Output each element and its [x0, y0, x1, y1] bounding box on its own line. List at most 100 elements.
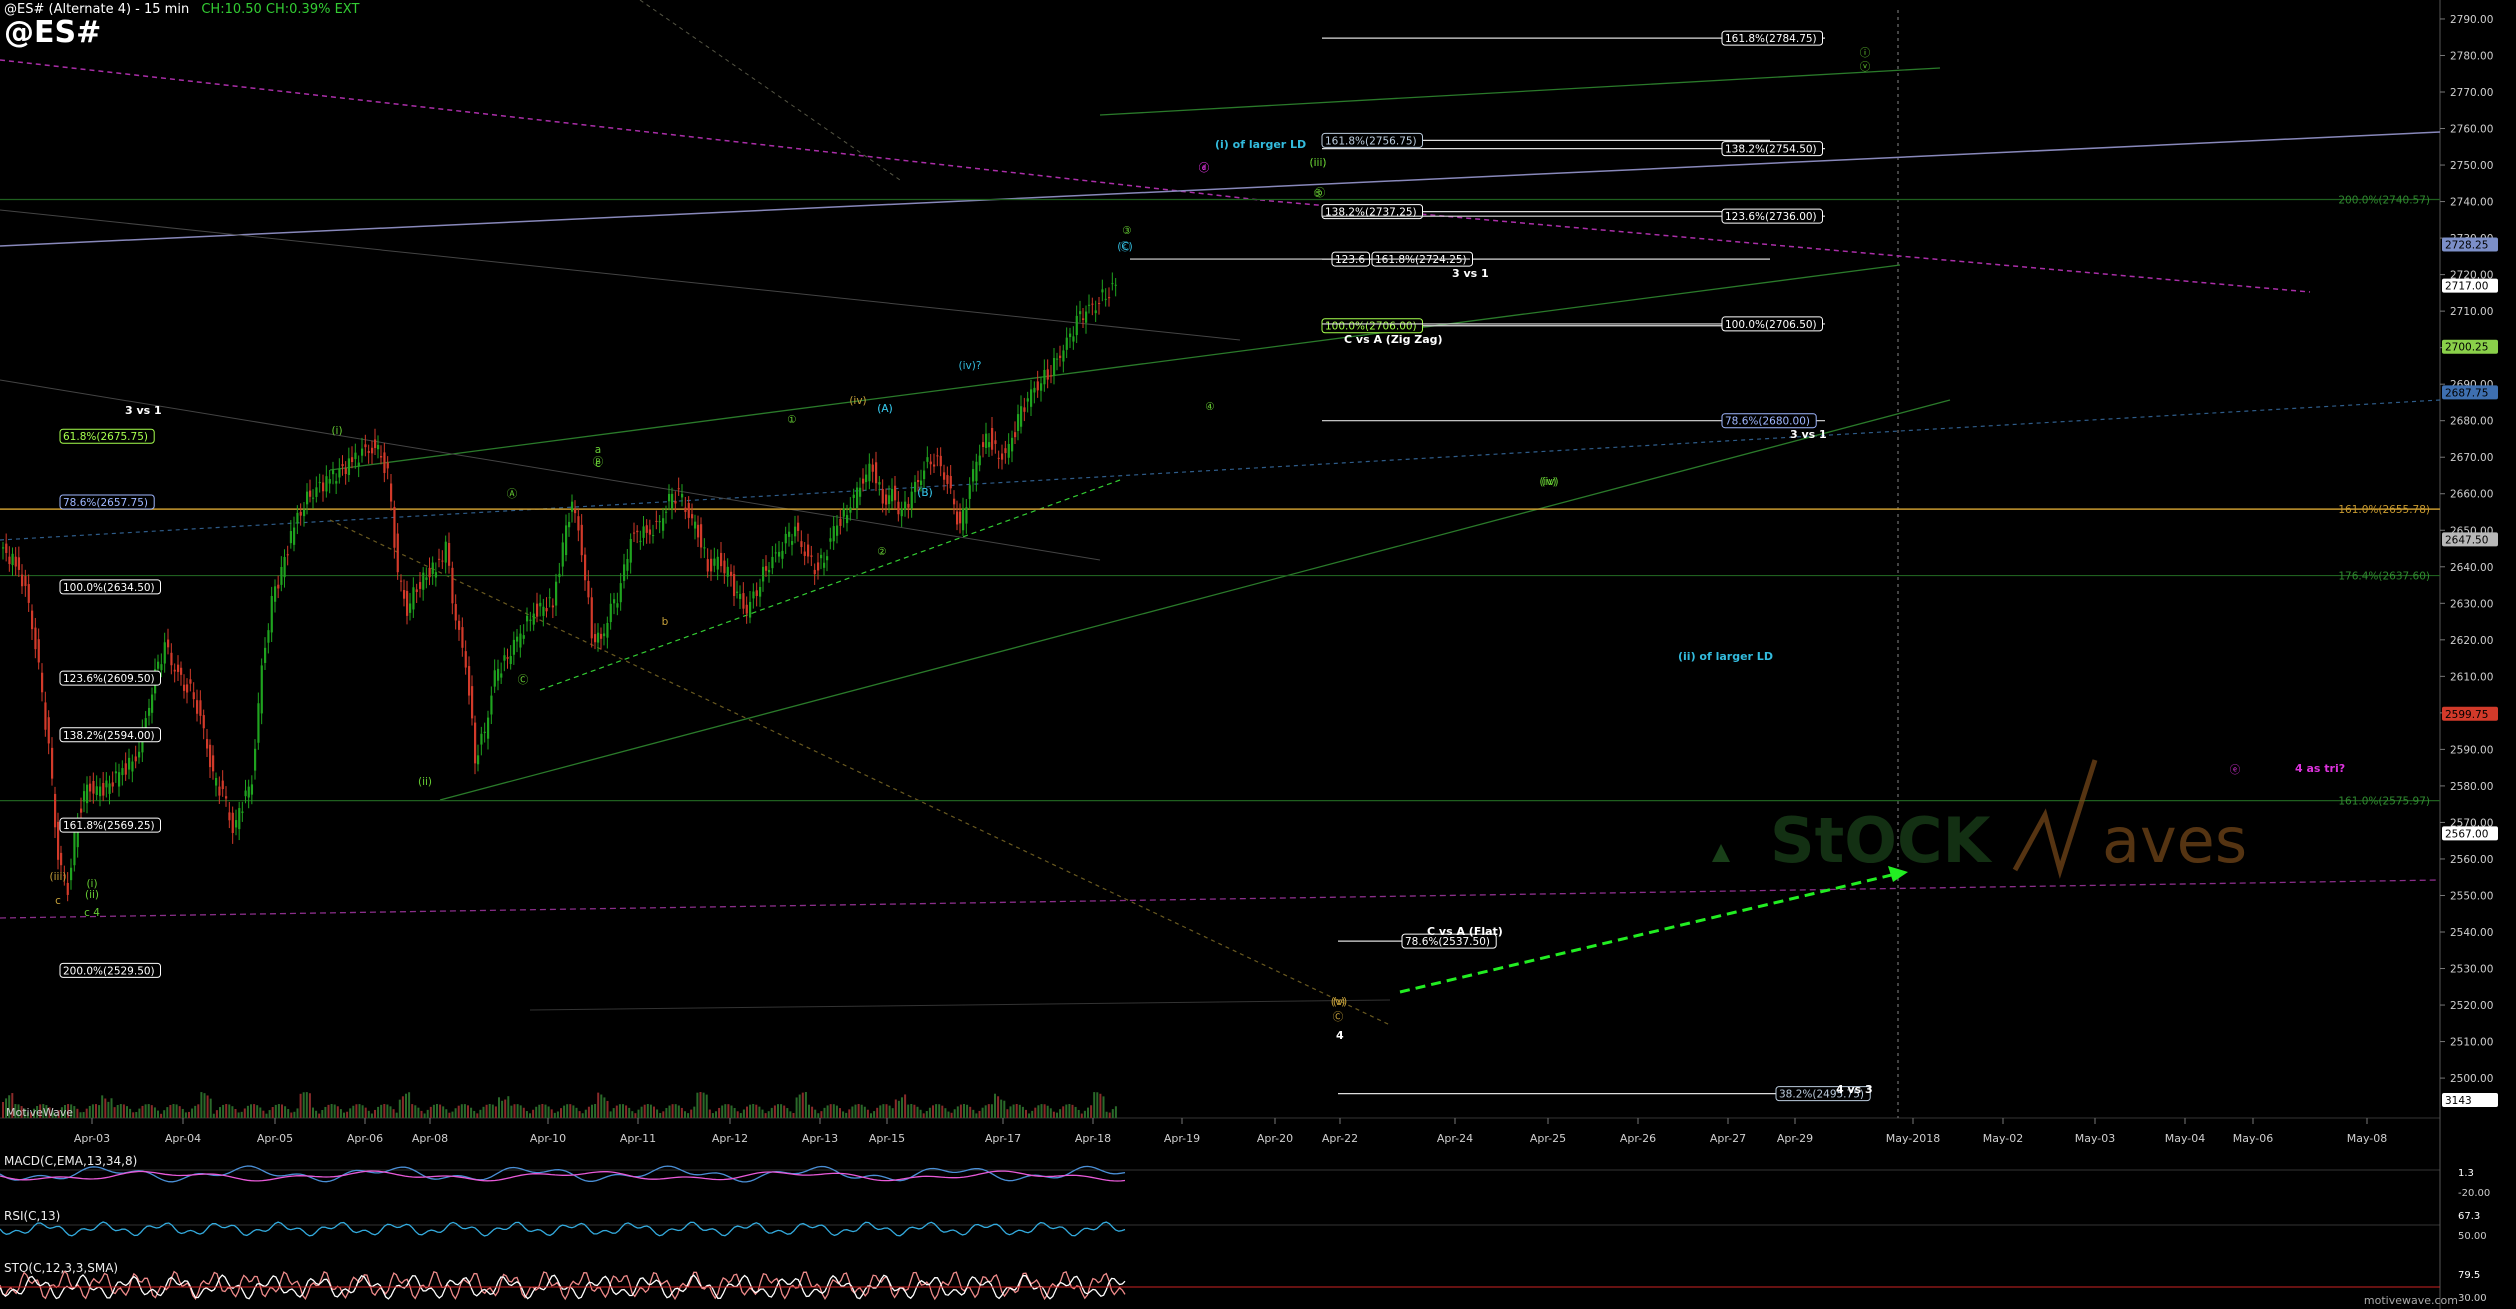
volume-bar	[516, 1104, 519, 1118]
volume-bar	[2, 1102, 4, 1118]
candle-body	[21, 574, 24, 587]
volume-bar	[491, 1104, 494, 1118]
volume-bar	[327, 1104, 330, 1118]
volume-bar	[684, 1111, 686, 1118]
candle-body	[441, 560, 444, 562]
volume-bar	[126, 1106, 128, 1118]
fib-label-mid: 161.8%(2724.25)	[1375, 254, 1467, 266]
volume-bar	[786, 1108, 789, 1118]
candle-body	[264, 647, 267, 663]
volume-bar	[1043, 1104, 1046, 1118]
volume-bar	[904, 1094, 907, 1118]
candle-body	[157, 661, 160, 669]
volume-bar	[950, 1112, 953, 1118]
candle-body	[474, 722, 477, 764]
candle-body	[444, 541, 447, 563]
candle-body	[726, 566, 729, 577]
candle-body	[548, 597, 551, 599]
price-tick-label: 2530.00	[2450, 964, 2493, 976]
volume-bar	[972, 1109, 975, 1118]
rsi-line	[0, 1221, 1126, 1237]
wave-count-label: (ii)	[85, 889, 99, 901]
price-tick-label: 2770.00	[2450, 87, 2493, 99]
volume-bar	[885, 1104, 888, 1118]
candle-body	[1101, 289, 1104, 293]
stoch-tick: 30.00	[2458, 1293, 2487, 1304]
price-tick-label: 2590.00	[2450, 744, 2493, 756]
volume-bar	[104, 1098, 107, 1118]
candle-body	[768, 569, 771, 573]
price-chart[interactable]: 2790.00 2780.00 2770.00 2760.00 2750.00 2740.…	[0, 0, 2516, 1309]
volume-bar	[631, 1111, 634, 1118]
price-tag-label: 2647.50	[2445, 534, 2488, 546]
price-tick-label: 2580.00	[2450, 781, 2493, 793]
date-tick-label: Apr-27	[1710, 1132, 1746, 1145]
volume-bar	[569, 1104, 572, 1118]
watermark-logo-w	[2012, 759, 2098, 879]
note-flat: C vs A (Flat)	[1427, 925, 1503, 938]
volume-bar	[736, 1111, 739, 1118]
candle-body	[532, 613, 535, 625]
wave-count-label: ④	[1205, 401, 1214, 413]
candle-body	[1017, 414, 1020, 432]
candle-body	[34, 627, 37, 650]
candle-body	[286, 554, 289, 556]
candle-body	[303, 509, 306, 517]
volume-bar	[271, 1107, 274, 1118]
volume-bar	[842, 1111, 845, 1118]
volume-bar	[581, 1113, 584, 1118]
volume-bar	[482, 1106, 485, 1118]
volume-bar	[479, 1109, 482, 1118]
volume-bar	[529, 1113, 531, 1118]
fib-label-right: 161.8%(2784.75)	[1725, 33, 1817, 45]
candle-body	[730, 571, 733, 577]
volume-bar	[312, 1107, 314, 1118]
candle-body	[568, 521, 571, 528]
candle-body	[813, 569, 816, 575]
candle-body	[677, 488, 680, 490]
candle-body	[434, 572, 438, 578]
volume-bar	[262, 1110, 265, 1118]
note-4vs3: 4 vs 3	[1836, 1083, 1873, 1096]
candle-body	[594, 634, 597, 643]
candle-body	[1085, 311, 1088, 323]
candle-body	[415, 589, 418, 593]
note-i-larger-ld: (i) of larger LD	[1215, 138, 1306, 151]
volume-bar	[231, 1106, 234, 1118]
volume-bar	[414, 1105, 417, 1118]
volume-bar	[932, 1105, 934, 1118]
candle-body	[289, 531, 293, 544]
volume-bar	[724, 1104, 727, 1118]
candle-body	[943, 472, 946, 480]
candle-body	[946, 475, 949, 484]
candle-body	[684, 507, 687, 513]
candle-body	[509, 656, 512, 664]
candle-body	[374, 439, 377, 449]
volume-bar	[1077, 1109, 1080, 1118]
candle-body	[587, 580, 590, 598]
volume-bar	[693, 1106, 696, 1118]
candle-body	[257, 703, 260, 743]
volume-bar	[764, 1113, 767, 1118]
candle-body	[668, 493, 671, 502]
fib-label-left: 78.6%(2657.75)	[63, 497, 148, 509]
volume-bar	[290, 1112, 293, 1118]
candle-body	[600, 633, 603, 639]
candle-body	[888, 495, 891, 505]
volume-bar	[175, 1104, 178, 1118]
candle-body	[134, 756, 137, 762]
date-tick-label: May-06	[2233, 1132, 2274, 1145]
volume-bar	[463, 1104, 466, 1118]
volume-bar	[1087, 1107, 1089, 1118]
price-tick-label: 2670.00	[2450, 452, 2493, 464]
candle-body	[121, 768, 124, 776]
volume-bar	[547, 1106, 550, 1118]
olive-dash-line	[639, 0, 901, 181]
volume-bar	[944, 1108, 947, 1118]
volume-bar	[535, 1106, 538, 1118]
candle-body	[2, 547, 5, 549]
note-3vs1-a: 3 vs 1	[1452, 267, 1489, 280]
candle-body	[267, 630, 270, 643]
price-tick-label: 2510.00	[2450, 1037, 2493, 1049]
fib-label-left: 61.8%(2675.75)	[63, 431, 148, 443]
